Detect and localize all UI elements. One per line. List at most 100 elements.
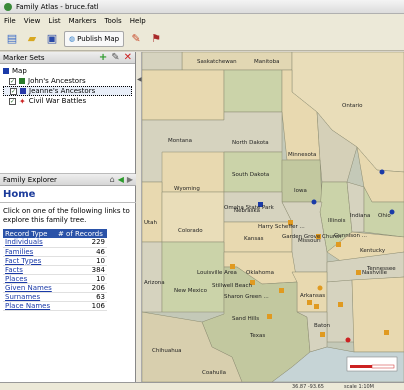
place-label: Baton (314, 323, 331, 329)
back-icon[interactable]: ◀ (118, 175, 124, 184)
save-icon: ▣ (46, 32, 58, 45)
home-icon[interactable]: ⌂ (110, 175, 115, 184)
menu-file[interactable]: File (4, 17, 16, 25)
publish-map-button[interactable]: ◍ Publish Map (64, 30, 125, 47)
place-label: Omaha State Park (224, 205, 275, 211)
delete-icon[interactable]: ✕ (124, 52, 132, 63)
forward-icon[interactable]: ▶ (127, 175, 133, 184)
battle-marker-icon: ✦ (19, 96, 26, 106)
place-marker[interactable] (267, 314, 272, 319)
tree-node-civil-war-battles[interactable]: ✓ ✦ Civil War Battles (3, 96, 132, 106)
tree-node-map[interactable]: Map (3, 66, 132, 76)
menu-help[interactable]: Help (130, 17, 146, 25)
place-label: Harry Scheffer ... (258, 224, 305, 230)
map-label-arkansas: Arkansas (300, 293, 325, 299)
app-icon (4, 2, 12, 11)
tree-node-label: Map (12, 67, 27, 75)
place-marker[interactable] (389, 209, 395, 215)
map-label-minnesota: Minnesota (288, 152, 316, 158)
record-type-link[interactable]: Place Names (3, 301, 56, 311)
column-header-record-type: Record Type (3, 229, 56, 238)
map-label-coahuila: Coahuila (202, 370, 226, 376)
marker-icon (19, 78, 25, 84)
collapse-arrow-icon[interactable]: ◀ (137, 76, 142, 83)
add-icon[interactable]: + (99, 52, 107, 63)
open-button[interactable]: ▰ (24, 31, 40, 47)
map-label-indiana: Indiana (350, 213, 370, 219)
place-marker[interactable] (338, 302, 343, 307)
record-count: 63 (55, 292, 107, 302)
checkbox[interactable]: ✓ (9, 77, 16, 85)
family-explorer-title: Family Explorer (3, 175, 57, 184)
menu-bar: File View List Markers Tools Help (0, 14, 404, 27)
map-view[interactable]: Saskatchewan Manitoba Ontario Montana No… (142, 52, 404, 382)
menu-list[interactable]: List (48, 17, 60, 25)
scale-bar-segment (371, 364, 395, 369)
record-type-link[interactable]: Individuals (3, 238, 56, 248)
place-marker[interactable] (320, 332, 325, 337)
marker-icon (20, 88, 26, 94)
checkbox[interactable]: ✓ (10, 87, 17, 95)
table-row: Facts 384 (3, 265, 107, 275)
place-marker[interactable] (384, 330, 389, 335)
record-count: 384 (55, 265, 107, 275)
map-label-iowa: Iowa (294, 188, 307, 194)
battle-marker[interactable] (345, 337, 351, 343)
region-north-dakota (223, 69, 283, 113)
globe-icon: ◍ (69, 34, 76, 43)
place-label: Gunnison ... (334, 233, 367, 239)
place-label: Sharon Green ... (224, 294, 269, 300)
marker-tool-button[interactable]: ⚑ (148, 31, 164, 47)
menu-tools[interactable]: Tools (104, 17, 121, 25)
record-type-link[interactable]: Fact Types (3, 256, 56, 266)
checkbox[interactable]: ✓ (9, 97, 16, 105)
place-marker[interactable] (311, 199, 317, 205)
place-marker[interactable] (317, 285, 323, 291)
marker-sets-title: Marker Sets (3, 53, 45, 62)
map-label-colorado: Colorado (178, 228, 203, 234)
family-explorer-header: Family Explorer ⌂ ◀ ▶ (0, 174, 136, 186)
publish-map-label: Publish Map (77, 34, 120, 43)
tree-node-label: Jeanne's Ancestors (29, 87, 96, 95)
window-title: Family Atlas - bruce.fatl (16, 2, 99, 11)
draw-tool-button[interactable]: ✎ (128, 31, 144, 47)
region-new-mexico (161, 241, 225, 313)
place-marker[interactable] (379, 169, 385, 175)
region-alberta (142, 52, 183, 71)
menu-markers[interactable]: Markers (69, 17, 97, 25)
new-file-button[interactable]: ▤ (4, 31, 20, 47)
table-row: Individuals 229 (3, 238, 107, 248)
tree-node-johns-ancestors[interactable]: ✓ John's Ancestors (3, 76, 132, 86)
record-type-link[interactable]: Given Names (3, 283, 56, 293)
place-marker[interactable] (336, 242, 341, 247)
tree-node-label: John's Ancestors (28, 77, 86, 85)
region-montana (142, 69, 225, 121)
edit-icon[interactable]: ✎ (111, 52, 119, 63)
map-label-kansas: Kansas (244, 236, 264, 242)
record-type-link[interactable]: Families (3, 247, 56, 257)
place-marker[interactable] (279, 288, 284, 293)
home-heading: Home (0, 186, 136, 203)
family-explorer-panel: Family Explorer ⌂ ◀ ▶ Home Click on one … (0, 174, 136, 386)
place-marker[interactable] (314, 304, 319, 309)
place-marker[interactable] (230, 264, 235, 269)
map-label-new-mexico: New Mexico (174, 288, 208, 294)
record-type-link[interactable]: Surnames (3, 292, 56, 302)
map-label-arizona: Arizona (144, 280, 165, 286)
map-label-utah: Utah (144, 220, 158, 226)
place-marker[interactable] (307, 300, 312, 305)
record-type-link[interactable]: Facts (3, 265, 56, 275)
record-count: 10 (55, 274, 107, 284)
toolbar: ▤ ▰ ▣ ◍ Publish Map ✎ ⚑ (0, 27, 404, 51)
record-type-link[interactable]: Places (3, 274, 56, 284)
tree-node-jeannes-ancestors[interactable]: ✓ Jeanne's Ancestors (3, 86, 132, 96)
table-row: Given Names 206 (3, 283, 107, 293)
region-mississippi (326, 279, 355, 343)
table-row: Fact Types 10 (3, 256, 107, 266)
menu-view[interactable]: View (24, 17, 41, 25)
place-label: Louisville Area (197, 270, 237, 276)
explorer-description: Click on one of the following links to e… (3, 207, 130, 224)
map-canvas[interactable]: Saskatchewan Manitoba Ontario Montana No… (142, 52, 404, 382)
place-marker[interactable] (356, 270, 361, 275)
save-button[interactable]: ▣ (44, 31, 60, 47)
